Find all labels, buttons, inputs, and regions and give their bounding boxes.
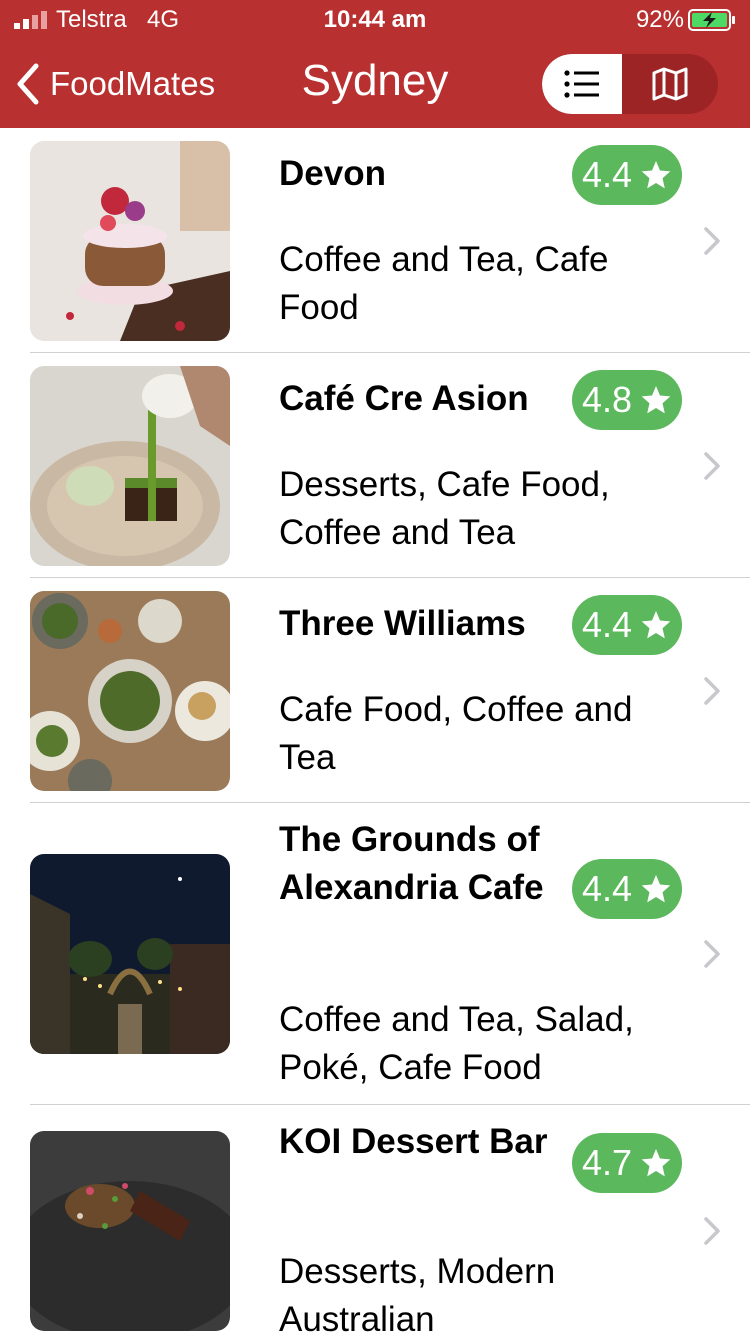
rating-badge: 4.4 — [572, 859, 682, 919]
rating-badge: 4.8 — [572, 370, 682, 430]
restaurant-photo — [30, 591, 230, 791]
rating-badge: 4.7 — [572, 1133, 682, 1193]
rating-value: 4.4 — [581, 868, 633, 909]
rating-badge: 4.4 — [572, 595, 682, 655]
list-view-button[interactable] — [542, 54, 622, 114]
restaurant-row[interactable]: Devon 4.4 Coffee and Tea, Cafe Food — [0, 128, 750, 353]
chevron-right-icon — [704, 940, 720, 968]
restaurant-row[interactable]: Three Williams 4.4 Cafe Food, Coffee and… — [0, 578, 750, 803]
restaurant-row[interactable]: Café Cre Asion 4.8 Desserts, Cafe Food, … — [0, 353, 750, 578]
restaurant-row[interactable]: KOI Dessert Bar 4.7 Desserts, Modern Aus… — [0, 1105, 750, 1334]
star-icon — [641, 611, 671, 639]
restaurant-name: Devon — [279, 154, 386, 193]
restaurant-photo — [30, 1131, 230, 1331]
rating-value: 4.4 — [581, 154, 633, 195]
star-icon — [641, 875, 671, 903]
restaurant-categories: Desserts, Modern Australian — [279, 1252, 556, 1334]
restaurant-photo — [30, 854, 230, 1054]
chevron-right-icon — [704, 1217, 720, 1245]
restaurant-photo — [30, 366, 230, 566]
list-icon — [564, 70, 599, 98]
restaurant-categories: Desserts, Cafe Food, Coffee and Tea — [279, 465, 610, 552]
back-button[interactable]: FoodMates — [14, 58, 215, 110]
restaurant-name: Café Cre Asion — [279, 379, 529, 418]
battery-charging-icon — [688, 9, 735, 31]
back-label: FoodMates — [50, 65, 216, 102]
restaurant-categories: Coffee and Tea, Cafe Food — [279, 240, 609, 327]
map-icon — [652, 67, 688, 101]
rating-value: 4.4 — [581, 604, 633, 645]
chevron-right-icon — [704, 227, 720, 255]
chevron-right-icon — [704, 677, 720, 705]
navigation-bar: FoodMates Sydney — [0, 40, 750, 128]
restaurant-name: KOI Dessert Bar — [279, 1122, 548, 1161]
rating-badge: 4.4 — [572, 145, 682, 205]
star-icon — [641, 386, 671, 414]
restaurant-name: The Grounds of Alexandria Cafe — [279, 820, 544, 907]
rating-value: 4.7 — [581, 1142, 633, 1183]
battery-percent: 92% — [635, 6, 684, 33]
restaurant-row[interactable]: The Grounds of Alexandria Cafe 4.4 Coffe… — [0, 803, 750, 1105]
view-toggle — [542, 54, 718, 114]
status-bar: Telstra 4G 10:44 am 92% — [0, 0, 750, 40]
rating-value: 4.8 — [581, 379, 633, 420]
map-view-button[interactable] — [622, 54, 718, 114]
restaurant-list: Devon 4.4 Coffee and Tea, Cafe Food Café… — [0, 128, 750, 1334]
chevron-left-icon — [17, 63, 39, 105]
restaurant-categories: Cafe Food, Coffee and Tea — [279, 690, 633, 777]
restaurant-name: Three Williams — [279, 604, 526, 643]
chevron-right-icon — [704, 452, 720, 480]
star-icon — [641, 1149, 671, 1177]
restaurant-photo — [30, 141, 230, 341]
star-icon — [641, 161, 671, 189]
app-header: Telstra 4G 10:44 am 92% FoodMates Sydney — [0, 0, 750, 128]
restaurant-categories: Coffee and Tea, Salad, Poké, Cafe Food — [279, 1000, 634, 1087]
